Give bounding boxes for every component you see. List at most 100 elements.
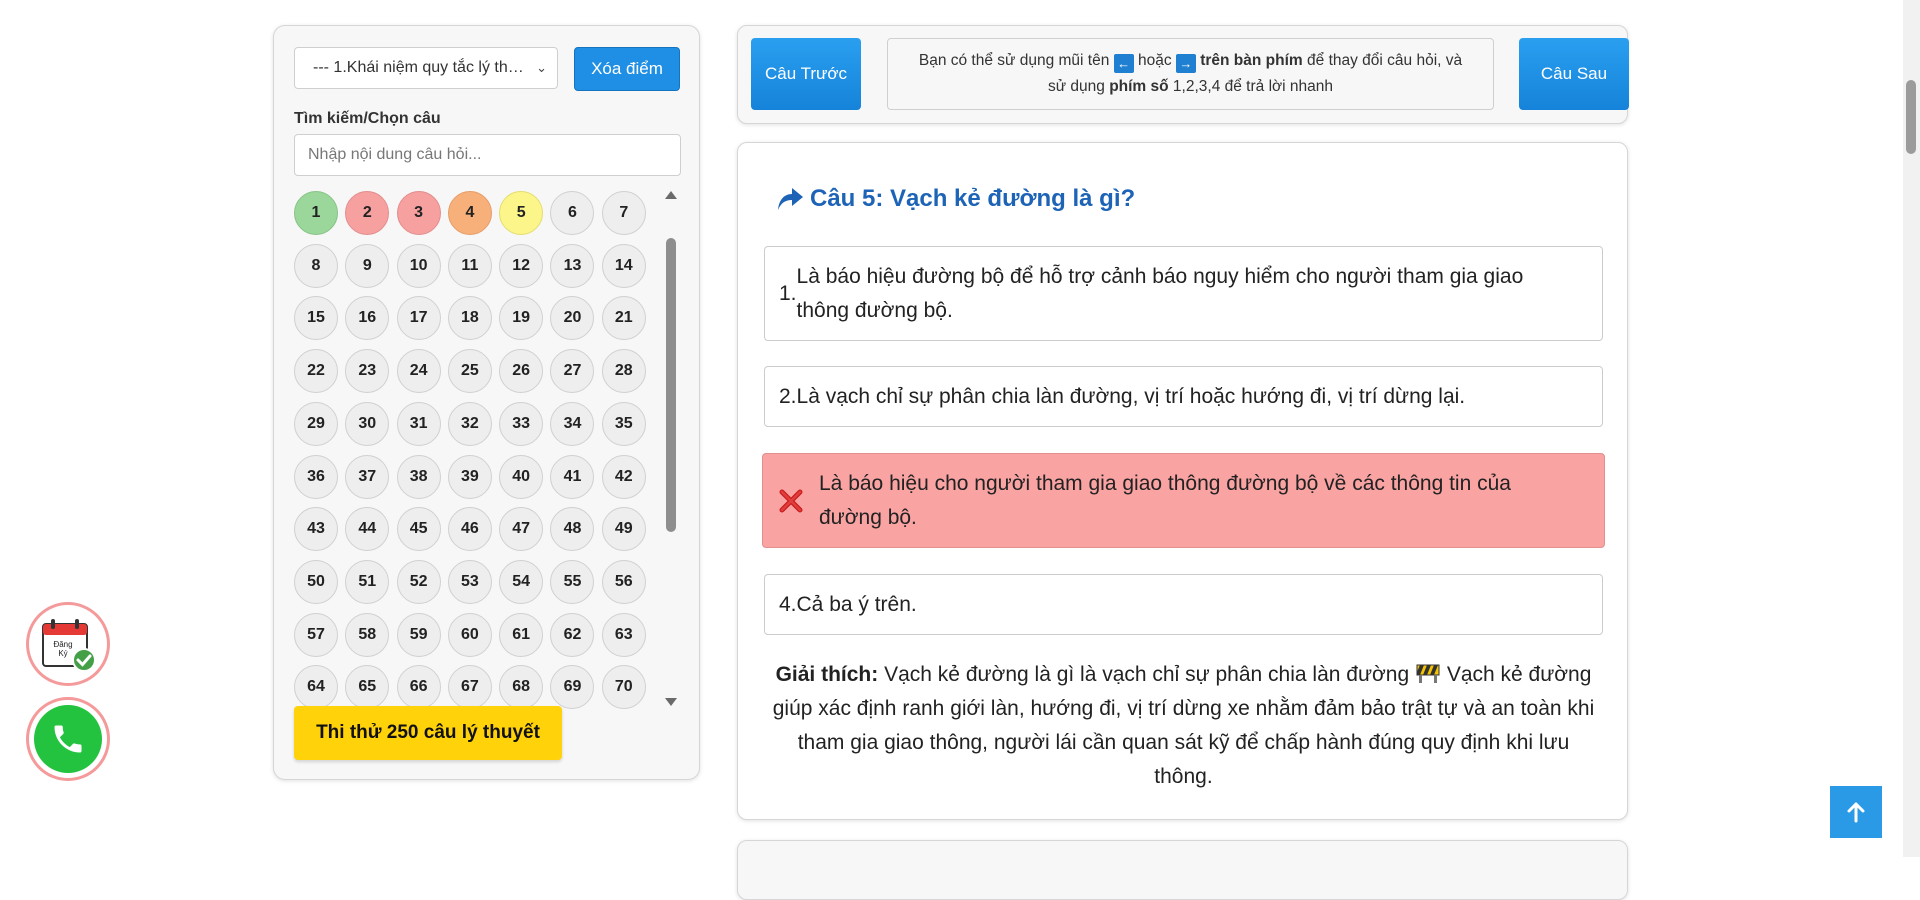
question-number-button[interactable]: 51	[345, 560, 390, 605]
page-scroll-thumb[interactable]	[1906, 80, 1916, 154]
question-number-button[interactable]: 7	[601, 191, 646, 235]
question-number-button[interactable]: 3	[396, 191, 441, 235]
back-to-top-button[interactable]	[1830, 786, 1882, 838]
question-number-button[interactable]: 22	[294, 349, 338, 394]
question-number-button[interactable]: 15	[294, 296, 338, 341]
question-number-button[interactable]: 31	[396, 401, 441, 446]
question-number-button[interactable]: 44	[345, 507, 390, 552]
question-number-button[interactable]: 63	[601, 612, 646, 657]
question-number-button[interactable]: 25	[447, 349, 492, 394]
question-number-button[interactable]: 54	[499, 560, 544, 605]
answer-option-4[interactable]: 4. Cả ba ý trên.	[764, 574, 1603, 635]
question-number-button[interactable]: 56	[601, 560, 646, 605]
question-number-button[interactable]: 41	[550, 454, 595, 499]
arrow-up-icon	[1847, 802, 1865, 823]
question-number-button[interactable]: 46	[447, 507, 492, 552]
question-number-button[interactable]: 61	[499, 612, 544, 657]
question-number-button[interactable]: 69	[550, 665, 595, 710]
question-number-button[interactable]: 33	[499, 401, 544, 446]
question-number-button[interactable]: 16	[345, 296, 390, 341]
scroll-down-arrow-icon[interactable]	[665, 698, 677, 706]
register-float-button[interactable]: Đăng Ký	[26, 602, 110, 686]
hint-text: Bạn có thể sử dụng mũi tên	[918, 52, 1110, 69]
question-number-button[interactable]: 47	[499, 507, 544, 552]
question-number-button[interactable]: 12	[499, 243, 544, 288]
hint-text-bold: phím số	[1109, 78, 1169, 95]
question-number-button[interactable]: 40	[499, 454, 544, 499]
question-number-button[interactable]: 68	[499, 665, 544, 710]
question-number-button[interactable]: 37	[345, 454, 390, 499]
question-number-button[interactable]: 36	[294, 454, 338, 499]
question-number-button[interactable]: 5	[499, 191, 544, 235]
question-number-button[interactable]: 58	[345, 612, 390, 657]
question-number-button[interactable]: 48	[550, 507, 595, 552]
answer-number: 1.	[779, 281, 797, 305]
page-scrollbar[interactable]	[1903, 0, 1920, 857]
explanation: Giải thích: Vạch kẻ đường là gì là vạch …	[768, 658, 1599, 794]
scroll-up-arrow-icon[interactable]	[665, 191, 677, 199]
question-number-button[interactable]: 30	[345, 401, 390, 446]
question-number-button[interactable]: 59	[396, 612, 441, 657]
question-number-button[interactable]: 10	[396, 243, 441, 288]
topic-select[interactable]: --- 1.Khái niệm quy tắc lý thuyết ⌄	[294, 47, 558, 89]
question-number-button[interactable]: 28	[601, 349, 646, 394]
question-number-button[interactable]: 11	[447, 243, 492, 288]
question-number-button[interactable]: 4	[447, 191, 492, 235]
question-number-button[interactable]: 57	[294, 612, 338, 657]
question-number-button[interactable]: 8	[294, 243, 338, 288]
practice-exam-button[interactable]: Thi thử 250 câu lý thuyết	[294, 706, 562, 760]
next-question-button[interactable]: Câu Sau	[1519, 38, 1629, 110]
question-number-button[interactable]: 21	[601, 296, 646, 341]
answer-option-3-wrong[interactable]: Là báo hiệu cho người tham gia giao thôn…	[762, 453, 1605, 548]
arrow-left-key-icon: ←	[1113, 54, 1134, 73]
question-number-button[interactable]: 32	[447, 401, 492, 446]
question-number-button[interactable]: 2	[345, 191, 390, 235]
question-number-button[interactable]: 70	[601, 665, 646, 710]
question-number-button[interactable]: 53	[447, 560, 492, 605]
calendar-check-icon: Đăng Ký	[42, 619, 96, 672]
question-number-button[interactable]: 17	[396, 296, 441, 341]
question-number-button[interactable]: 29	[294, 401, 338, 446]
question-number-button[interactable]: 14	[601, 243, 646, 288]
question-number-button[interactable]: 42	[601, 454, 646, 499]
question-number-button[interactable]: 20	[550, 296, 595, 341]
question-number-button[interactable]: 45	[396, 507, 441, 552]
question-nav-bar-bottom	[737, 840, 1628, 900]
question-number-button[interactable]: 34	[550, 401, 595, 446]
question-number-button[interactable]: 67	[447, 665, 492, 710]
question-number-button[interactable]: 19	[499, 296, 544, 341]
question-number-button[interactable]: 23	[345, 349, 390, 394]
question-number-button[interactable]: 13	[550, 243, 595, 288]
question-number-button[interactable]: 66	[396, 665, 441, 710]
question-number-button[interactable]: 52	[396, 560, 441, 605]
question-number-button[interactable]: 27	[550, 349, 595, 394]
clear-score-button[interactable]: Xóa điểm	[574, 47, 680, 91]
hint-text: 1,2,3,4 để trả lời nhanh	[1172, 78, 1334, 95]
question-number-button[interactable]: 49	[601, 507, 646, 552]
answer-number: 2.	[779, 384, 797, 408]
prev-question-button[interactable]: Câu Trước	[751, 38, 861, 110]
question-number-button[interactable]: 62	[550, 612, 595, 657]
answer-option-2[interactable]: 2. Là vạch chỉ sự phân chia làn đường, v…	[764, 366, 1603, 427]
question-number-button[interactable]: 9	[345, 243, 390, 288]
question-number-button[interactable]: 65	[345, 665, 390, 710]
question-number-button[interactable]: 60	[447, 612, 492, 657]
question-number-button[interactable]: 18	[447, 296, 492, 341]
question-number-button[interactable]: 38	[396, 454, 441, 499]
search-input[interactable]	[294, 134, 681, 176]
question-number-button[interactable]: 35	[601, 401, 646, 446]
answer-option-1[interactable]: 1. Là báo hiệu đường bộ để hỗ trợ cảnh b…	[764, 246, 1603, 341]
question-number-button[interactable]: 39	[447, 454, 492, 499]
question-number-button[interactable]: 6	[550, 191, 595, 235]
question-number-button[interactable]: 55	[550, 560, 595, 605]
topic-select-value: --- 1.Khái niệm quy tắc lý thuyết	[313, 59, 538, 76]
grid-scrollbar[interactable]	[664, 191, 678, 711]
question-number-button[interactable]: 24	[396, 349, 441, 394]
question-number-button[interactable]: 26	[499, 349, 544, 394]
scroll-thumb[interactable]	[666, 238, 676, 532]
question-number-button[interactable]: 43	[294, 507, 338, 552]
question-number-button[interactable]: 1	[294, 191, 338, 235]
question-number-button[interactable]: 64	[294, 665, 338, 710]
phone-call-button[interactable]	[26, 697, 110, 781]
question-number-button[interactable]: 50	[294, 560, 338, 605]
